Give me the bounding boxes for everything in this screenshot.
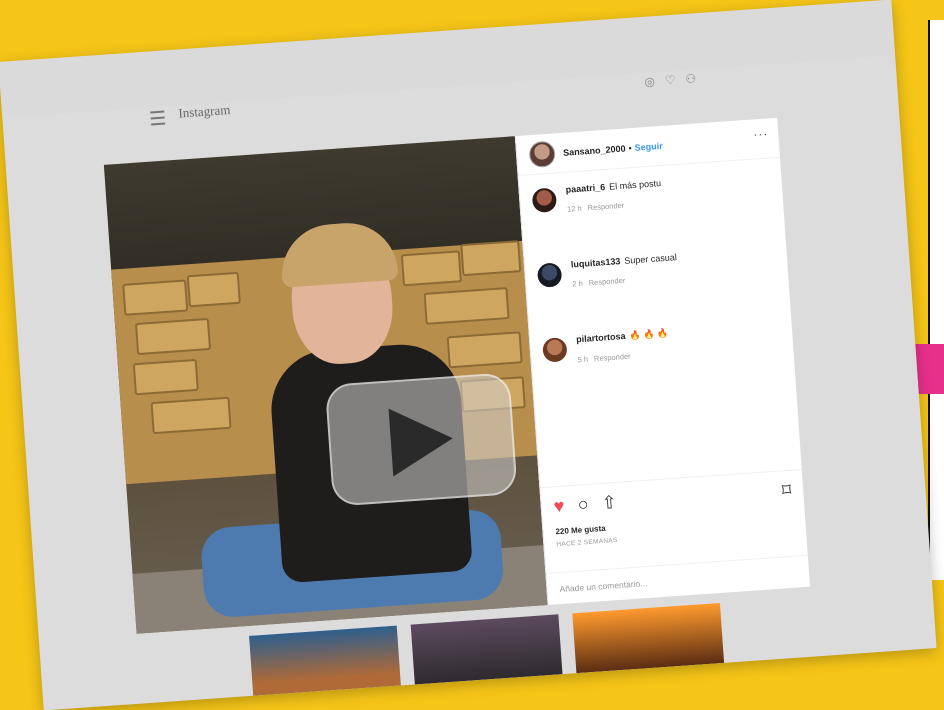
wall-stone (446, 331, 523, 369)
likes-count[interactable]: 220 Me gusta (555, 524, 606, 536)
comment-username[interactable]: paaatri_6 (565, 182, 605, 195)
owner-avatar[interactable] (528, 139, 557, 168)
screen: Instagram ◎♡⚇ Sansano_2000 • Seguir ··· … (0, 0, 937, 710)
wall-stone (186, 271, 241, 308)
bookmark-icon[interactable]: ⌑ (781, 480, 792, 501)
comment-username[interactable]: luquitas133 (571, 256, 621, 269)
person-hair (278, 219, 399, 288)
wall-stone (134, 317, 212, 356)
comment-time: 5 h (577, 354, 589, 365)
commenter-avatar[interactable] (531, 187, 558, 214)
magazine-page-edge (928, 20, 944, 580)
commenter-avatar[interactable] (542, 337, 568, 363)
instagram-logo[interactable]: Instagram (178, 102, 231, 122)
reply-button[interactable]: Responder (588, 276, 625, 288)
comment-item: paaatri_6 El más postu 12 h Responder (531, 170, 772, 216)
reply-button[interactable]: Responder (594, 352, 631, 364)
post-time: HACE 2 SEMANAS (556, 536, 618, 549)
comment-bubble-icon[interactable]: ○ (577, 494, 589, 515)
compass-icon[interactable]: ◎ (644, 74, 665, 89)
wall-stone (122, 279, 189, 316)
grid-thumbnail[interactable] (572, 602, 725, 674)
owner-username[interactable]: Sansano_2000 (563, 143, 626, 157)
share-icon[interactable]: ⇧ (601, 492, 617, 513)
separator-dot: • (628, 142, 632, 153)
heart-icon[interactable]: ♡ (664, 72, 686, 87)
reply-button[interactable]: Responder (587, 201, 624, 213)
wall-stone (132, 358, 199, 396)
comment-text: El más postu (608, 178, 662, 192)
top-bar (0, 0, 896, 118)
post-sidebar: Sansano_2000 • Seguir ··· paaatri_6 El má… (514, 117, 810, 606)
play-button[interactable] (324, 372, 518, 507)
grid-thumbnail[interactable] (410, 614, 563, 685)
follow-button[interactable]: Seguir (634, 140, 663, 152)
comment-item: luquitas133 Super casual 2 h Responder (536, 245, 778, 291)
play-icon (388, 404, 456, 477)
person-icon[interactable]: ⚇ (685, 71, 707, 86)
wall-stone (400, 250, 462, 287)
like-heart-icon[interactable]: ♥ (553, 496, 565, 517)
instagram-screen: Instagram ◎♡⚇ Sansano_2000 • Seguir ··· … (0, 0, 937, 710)
wall-stone (150, 396, 232, 435)
comment-time: 12 h (566, 203, 582, 214)
comments-list: paaatri_6 El más postu 12 h Responder luqu… (531, 170, 786, 412)
top-nav-icons: ◎♡⚇ (644, 71, 707, 89)
menu-icon[interactable] (150, 110, 166, 126)
post-header: Sansano_2000 • Seguir ··· (515, 117, 780, 176)
wall-stone (460, 240, 522, 277)
comment-time: 2 h (571, 278, 584, 289)
comment-username[interactable]: pilartortosa (576, 331, 626, 344)
wall-stone (423, 287, 510, 325)
commenter-avatar[interactable] (536, 262, 563, 288)
comment-text: Super casual (623, 252, 678, 266)
post-video[interactable] (103, 136, 548, 634)
more-options-icon[interactable]: ··· (753, 126, 769, 141)
comment-item: pilartortosa 🔥 🔥 🔥 5 h Responder (542, 320, 784, 367)
comment-text: 🔥 🔥 🔥 (629, 327, 669, 341)
